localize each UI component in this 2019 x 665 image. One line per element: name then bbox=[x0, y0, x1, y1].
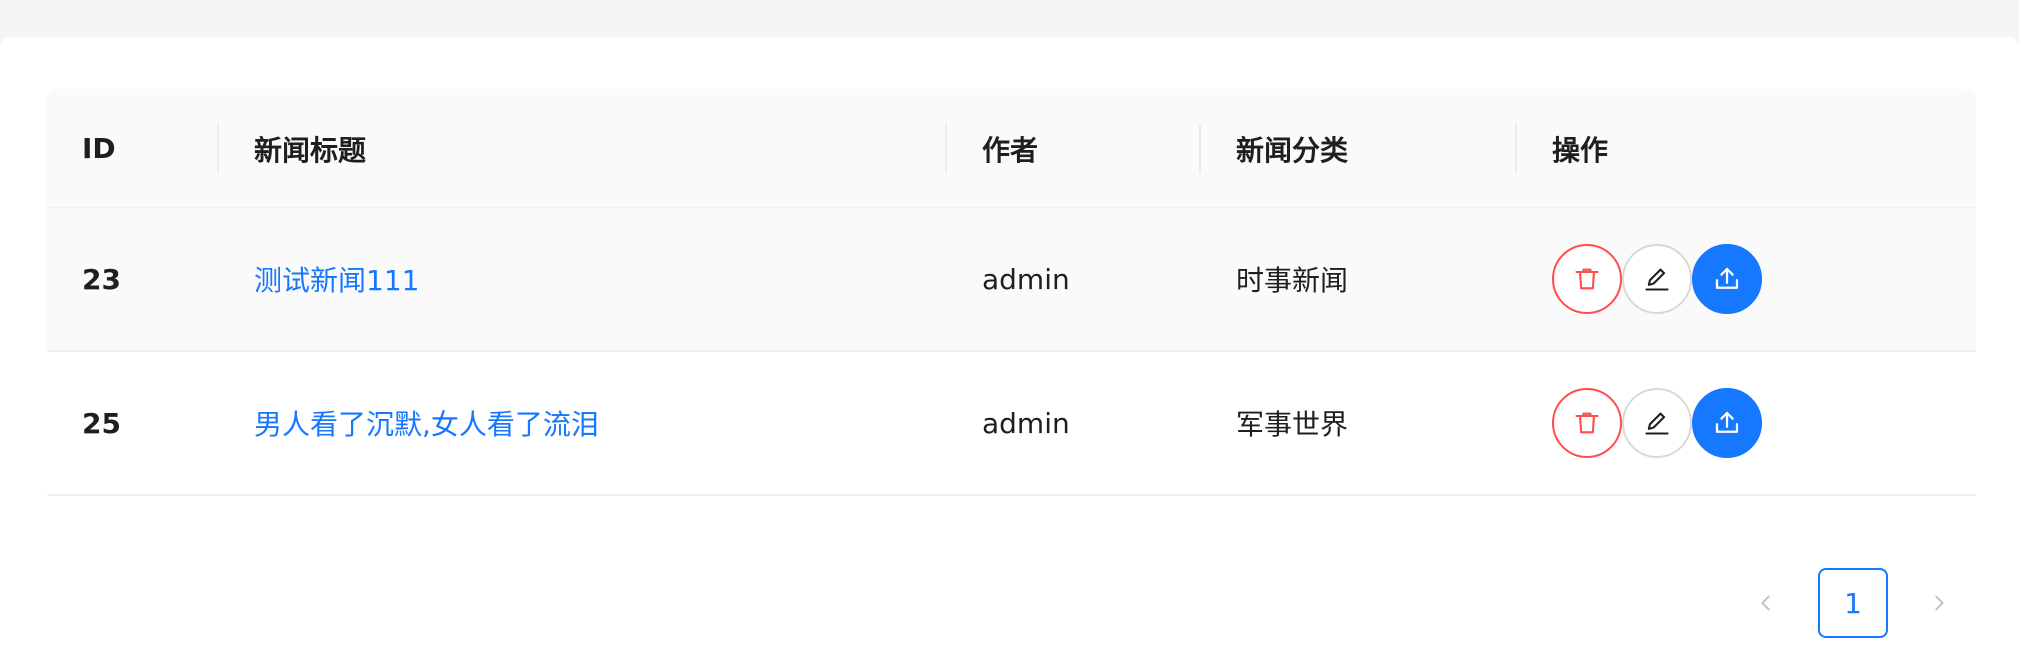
delete-button[interactable] bbox=[1552, 244, 1622, 314]
trash-icon bbox=[1575, 412, 1599, 434]
cell-id: 23 bbox=[82, 262, 121, 296]
upload-icon bbox=[1715, 411, 1739, 433]
table-row: 23 测试新闻111 admin 时事新闻 bbox=[47, 208, 1976, 352]
delete-button[interactable] bbox=[1552, 388, 1622, 458]
edit-button[interactable] bbox=[1622, 388, 1692, 458]
publish-button[interactable] bbox=[1692, 244, 1762, 314]
column-header-category: 新闻分类 bbox=[1236, 133, 1349, 167]
news-table: ID 新闻标题 作者 新闻分类 操作 23 测试新闻111 admin 时事新闻 bbox=[47, 89, 1976, 496]
news-title-link[interactable]: 男人看了沉默,女人看了流泪 bbox=[254, 352, 599, 494]
edit-button[interactable] bbox=[1622, 244, 1692, 314]
cell-category: 时事新闻 bbox=[1236, 264, 1349, 297]
cell-author: admin bbox=[982, 406, 1070, 440]
column-divider bbox=[1199, 124, 1201, 173]
column-header-id: ID bbox=[82, 132, 116, 165]
next-page-button[interactable] bbox=[1904, 568, 1974, 638]
column-header-author: 作者 bbox=[982, 133, 1039, 167]
row-actions bbox=[1552, 208, 1762, 350]
chevron-left-icon bbox=[1761, 595, 1770, 611]
pencil-icon bbox=[1645, 268, 1669, 291]
cell-category: 军事世界 bbox=[1236, 408, 1349, 441]
page-number[interactable]: 1 bbox=[1818, 568, 1888, 638]
trash-icon bbox=[1575, 268, 1599, 290]
column-divider bbox=[217, 124, 219, 173]
chevron-right-icon bbox=[1935, 595, 1944, 611]
pagination: 1 bbox=[0, 568, 2019, 638]
column-divider bbox=[1515, 124, 1517, 173]
table-row: 25 男人看了沉默,女人看了流泪 admin 军事世界 bbox=[47, 352, 1976, 496]
upload-icon bbox=[1715, 267, 1739, 289]
content-card: ID 新闻标题 作者 新闻分类 操作 23 测试新闻111 admin 时事新闻 bbox=[0, 37, 2019, 665]
row-actions bbox=[1552, 352, 1762, 494]
news-title-link[interactable]: 测试新闻111 bbox=[254, 208, 419, 350]
publish-button[interactable] bbox=[1692, 388, 1762, 458]
cell-author: admin bbox=[982, 262, 1070, 296]
prev-page-button[interactable] bbox=[1731, 568, 1801, 638]
column-header-actions: 操作 bbox=[1552, 133, 1609, 167]
pencil-icon bbox=[1645, 412, 1669, 435]
column-header-title: 新闻标题 bbox=[254, 133, 367, 167]
cell-id: 25 bbox=[82, 406, 121, 440]
table-header: ID 新闻标题 作者 新闻分类 操作 bbox=[47, 89, 1976, 208]
column-divider bbox=[945, 124, 947, 173]
